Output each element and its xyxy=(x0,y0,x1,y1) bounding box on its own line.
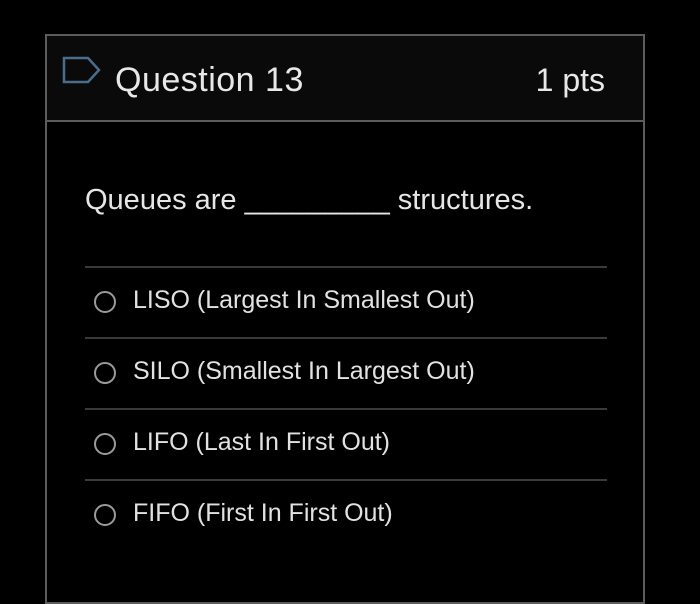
question-card: Question 13 1 pts Queues are _________ s… xyxy=(45,34,645,604)
answer-label[interactable]: SILO (Smallest In Largest Out) xyxy=(133,356,475,386)
answer-option[interactable]: LIFO (Last In First Out) xyxy=(85,408,607,479)
answer-label[interactable]: LIFO (Last In First Out) xyxy=(133,427,390,457)
radio-button[interactable] xyxy=(94,291,116,313)
answer-label[interactable]: LISO (Largest In Smallest Out) xyxy=(133,285,475,315)
bookmark-flag-icon[interactable] xyxy=(62,56,102,88)
answer-list: LISO (Largest In Smallest Out) SILO (Sma… xyxy=(85,266,607,550)
answer-option[interactable]: FIFO (First In First Out) xyxy=(85,479,607,550)
answer-label[interactable]: FIFO (First In First Out) xyxy=(133,498,393,528)
answer-option[interactable]: LISO (Largest In Smallest Out) xyxy=(85,266,607,337)
radio-button[interactable] xyxy=(94,362,116,384)
answer-option[interactable]: SILO (Smallest In Largest Out) xyxy=(85,337,607,408)
question-text: Queues are _________ structures. xyxy=(85,184,534,216)
question-title: Question 13 xyxy=(115,61,304,99)
radio-button[interactable] xyxy=(94,504,116,526)
question-points: 1 pts xyxy=(535,62,605,98)
question-header: Question 13 1 pts xyxy=(47,36,643,122)
radio-button[interactable] xyxy=(94,433,116,455)
